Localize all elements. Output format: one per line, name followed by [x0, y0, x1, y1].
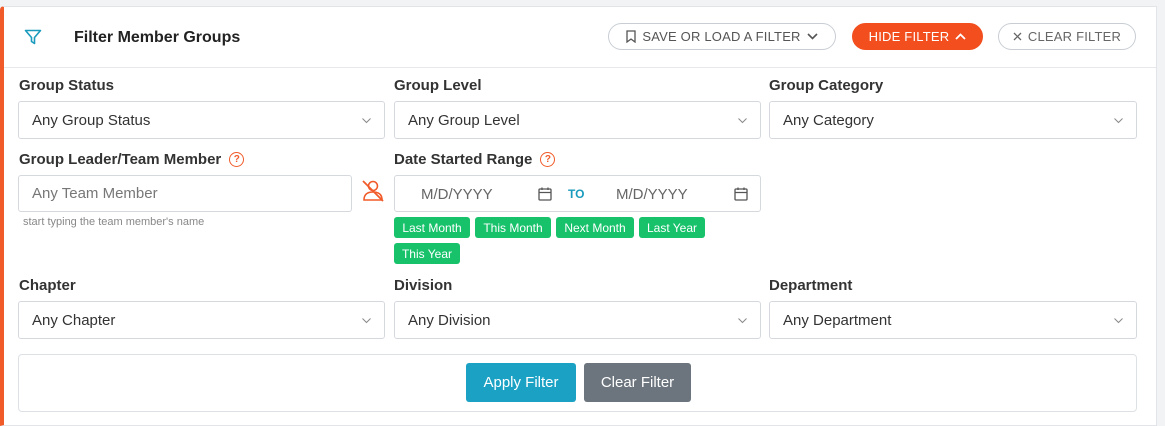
- chevron-up-icon: [955, 33, 966, 40]
- team-member-input[interactable]: Any Team Member: [18, 175, 352, 212]
- chevron-down-icon: [362, 118, 371, 124]
- quick-date-chip[interactable]: Last Month: [394, 217, 470, 238]
- remove-user-icon[interactable]: [360, 179, 386, 203]
- date-to-separator: TO: [568, 187, 585, 201]
- filter-header: Filter Member Groups SAVE OR LOAD A FILT…: [4, 7, 1156, 68]
- group-category-select[interactable]: Any Category: [769, 101, 1137, 139]
- apply-filter-button[interactable]: Apply Filter: [466, 363, 576, 402]
- calendar-icon[interactable]: [734, 187, 748, 201]
- date-from-input[interactable]: M/D/YYYY: [421, 186, 493, 203]
- quick-date-chip[interactable]: Last Year: [639, 217, 705, 238]
- chevron-down-icon: [1114, 118, 1123, 124]
- chapter-value: Any Chapter: [32, 311, 116, 329]
- chapter-label: Chapter: [19, 277, 76, 294]
- calendar-icon[interactable]: [538, 187, 552, 201]
- chevron-down-icon: [738, 118, 747, 124]
- chevron-down-icon: [1114, 318, 1123, 324]
- chevron-down-icon: [738, 318, 747, 324]
- date-range-field: M/D/YYYY TO M/D/YYYY: [394, 175, 761, 212]
- help-icon[interactable]: ?: [229, 152, 245, 167]
- clear-filter-header-label: CLEAR FILTER: [1027, 29, 1122, 44]
- group-leader-label: Group Leader/Team Member ?: [19, 151, 245, 168]
- save-load-filter-label: SAVE OR LOAD A FILTER: [642, 29, 801, 44]
- group-level-label: Group Level: [394, 77, 482, 94]
- department-select[interactable]: Any Department: [769, 301, 1137, 339]
- team-member-hint: start typing the team member's name: [23, 216, 205, 228]
- clear-filter-button[interactable]: Clear Filter: [584, 363, 691, 402]
- group-status-label: Group Status: [19, 77, 115, 94]
- group-status-value: Any Group Status: [32, 111, 151, 129]
- department-value: Any Department: [783, 311, 892, 329]
- filter-panel: Filter Member Groups SAVE OR LOAD A FILT…: [0, 6, 1157, 426]
- department-label: Department: [769, 277, 853, 294]
- hide-filter-label: HIDE FILTER: [868, 29, 950, 44]
- date-started-label: Date Started Range ?: [394, 151, 556, 168]
- division-label: Division: [394, 277, 453, 294]
- bookmark-icon: [626, 30, 636, 43]
- quick-date-chip[interactable]: This Month: [475, 217, 551, 238]
- group-status-select[interactable]: Any Group Status: [18, 101, 385, 139]
- chapter-select[interactable]: Any Chapter: [18, 301, 385, 339]
- group-category-value: Any Category: [783, 111, 874, 129]
- page-title: Filter Member Groups: [74, 29, 241, 46]
- division-select[interactable]: Any Division: [394, 301, 761, 339]
- chevron-down-icon: [362, 318, 371, 324]
- filter-actions: Apply Filter Clear Filter: [18, 354, 1137, 412]
- quick-date-chip[interactable]: This Year: [394, 243, 460, 264]
- group-level-value: Any Group Level: [408, 111, 520, 129]
- hide-filter-button[interactable]: HIDE FILTER: [852, 23, 983, 50]
- filter-icon: [24, 29, 42, 45]
- close-icon: [1013, 32, 1022, 41]
- date-to-input[interactable]: M/D/YYYY: [616, 186, 688, 203]
- quick-date-chip[interactable]: Next Month: [556, 217, 634, 238]
- save-load-filter-button[interactable]: SAVE OR LOAD A FILTER: [608, 23, 836, 50]
- team-member-placeholder: Any Team Member: [32, 185, 158, 202]
- group-category-label: Group Category: [769, 77, 884, 94]
- help-icon[interactable]: ?: [540, 152, 556, 167]
- division-value: Any Division: [408, 311, 491, 329]
- group-level-select[interactable]: Any Group Level: [394, 101, 761, 139]
- clear-filter-header-button[interactable]: CLEAR FILTER: [998, 23, 1136, 50]
- chevron-down-icon: [807, 33, 818, 40]
